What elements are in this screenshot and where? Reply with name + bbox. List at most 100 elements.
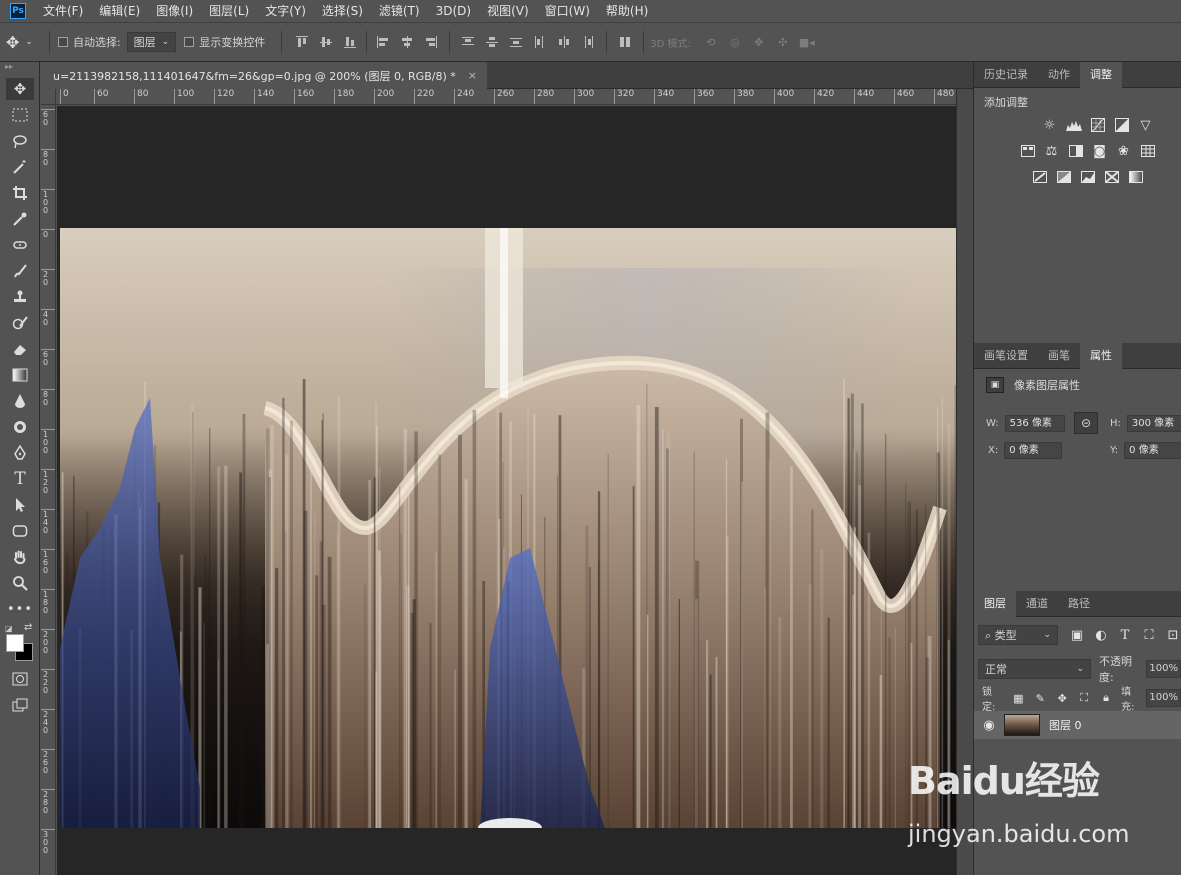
- swap-colors-icon[interactable]: ⇄: [24, 622, 32, 633]
- color-lookup-icon[interactable]: [1139, 142, 1157, 160]
- auto-select-toggle[interactable]: 自动选择: 图层 ⌄: [57, 32, 177, 52]
- eraser-tool[interactable]: [0, 336, 40, 362]
- show-transform-toggle[interactable]: 显示变换控件: [184, 34, 265, 50]
- document-image[interactable]: [60, 228, 956, 828]
- document-tab[interactable]: u=2113982158,111401647&fm=26&gp=0.jpg @ …: [41, 62, 487, 89]
- tab-layers[interactable]: 图层: [974, 591, 1016, 617]
- rectangle-tool[interactable]: [0, 518, 40, 544]
- distribute-top-icon[interactable]: [459, 33, 477, 51]
- canvas-workspace[interactable]: [57, 106, 956, 875]
- align-vertical-centers-icon[interactable]: [317, 33, 335, 51]
- menu-window[interactable]: 窗口(W): [537, 0, 598, 22]
- exposure-icon[interactable]: [1113, 116, 1131, 134]
- distribute-center-icon[interactable]: [483, 33, 501, 51]
- healing-brush-tool[interactable]: [0, 232, 40, 258]
- width-input[interactable]: 536 像素: [1004, 415, 1065, 432]
- invert-icon[interactable]: [1031, 168, 1049, 186]
- vibrance-icon[interactable]: ▽: [1137, 116, 1155, 134]
- type-tool[interactable]: T: [0, 466, 40, 492]
- align-left-edges-icon[interactable]: [374, 33, 392, 51]
- move-tool-preset[interactable]: ✥ ⌄: [6, 33, 33, 52]
- vertical-scrollbar[interactable]: [956, 89, 973, 875]
- menu-image[interactable]: 图像(I): [148, 0, 201, 22]
- tab-properties[interactable]: 属性: [1080, 343, 1122, 369]
- filter-type-icon[interactable]: T: [1116, 626, 1134, 644]
- filter-pixel-icon[interactable]: ▣: [1068, 626, 1086, 644]
- screen-mode-icon[interactable]: [0, 692, 40, 718]
- auto-select-checkbox[interactable]: [57, 37, 68, 47]
- distribute-horizontal-icon[interactable]: [555, 33, 573, 51]
- filter-smart-object-icon[interactable]: ⊡: [1164, 626, 1181, 644]
- layer-row[interactable]: ◉ 图层 0: [974, 711, 1181, 739]
- horizontal-ruler[interactable]: 0 60 80 100 120 140 160 180 200 220 240 260 280 300 32…: [56, 89, 956, 105]
- distribute-left-icon[interactable]: [531, 33, 549, 51]
- distribute-right-icon[interactable]: [579, 33, 597, 51]
- filter-adjustment-icon[interactable]: ◐: [1092, 626, 1110, 644]
- vertical-ruler[interactable]: 60 80 100 0 20 40 60 80 100 120 140 160 180 200 220 240…: [41, 105, 56, 875]
- default-colors-icon[interactable]: ◪: [5, 624, 13, 633]
- hand-tool[interactable]: [0, 544, 40, 570]
- tab-brush-settings[interactable]: 画笔设置: [974, 343, 1038, 369]
- tab-paths[interactable]: 路径: [1058, 591, 1100, 617]
- photo-filter-icon[interactable]: ◙: [1091, 142, 1109, 160]
- menu-type[interactable]: 文字(Y): [257, 0, 314, 22]
- move-tool[interactable]: ✥: [0, 76, 40, 102]
- color-balance-icon[interactable]: ⚖: [1043, 142, 1061, 160]
- curves-icon[interactable]: [1089, 116, 1107, 134]
- collapse-toolbar-icon[interactable]: ▸▸: [0, 62, 39, 76]
- brush-tool[interactable]: [0, 258, 40, 284]
- gradient-map-icon[interactable]: [1127, 168, 1145, 186]
- auto-align-layers-icon[interactable]: [616, 33, 634, 51]
- y-input[interactable]: 0 像素: [1124, 442, 1181, 459]
- align-top-edges-icon[interactable]: [293, 33, 311, 51]
- lock-position-icon[interactable]: ✥: [1053, 689, 1071, 707]
- 3d-rotate-icon[interactable]: ⟲: [702, 33, 720, 51]
- zoom-tool[interactable]: [0, 570, 40, 596]
- tab-channels[interactable]: 通道: [1016, 591, 1058, 617]
- eyedropper-tool[interactable]: [0, 206, 40, 232]
- lock-image-icon[interactable]: ✎: [1031, 689, 1049, 707]
- selective-color-icon[interactable]: [1103, 168, 1121, 186]
- 3d-roll-icon[interactable]: ◎: [726, 33, 744, 51]
- x-input[interactable]: 0 像素: [1004, 442, 1063, 459]
- path-selection-tool[interactable]: [0, 492, 40, 518]
- fill-input[interactable]: 100%: [1146, 689, 1181, 707]
- menu-layer[interactable]: 图层(L): [201, 0, 257, 22]
- menu-file[interactable]: 文件(F): [35, 0, 91, 22]
- menu-3d[interactable]: 3D(D): [428, 0, 479, 22]
- 3d-scale-icon[interactable]: ■◂: [798, 33, 816, 51]
- black-white-icon[interactable]: [1067, 142, 1085, 160]
- tab-actions[interactable]: 动作: [1038, 62, 1080, 88]
- 3d-slide-icon[interactable]: ✣: [774, 33, 792, 51]
- layer-filter-dropdown[interactable]: ⌕ 类型 ⌄: [978, 625, 1058, 645]
- opacity-input[interactable]: 100%: [1146, 660, 1181, 678]
- history-brush-tool[interactable]: [0, 310, 40, 336]
- show-transform-checkbox[interactable]: [184, 37, 195, 47]
- link-icon[interactable]: ⊝: [1074, 412, 1098, 434]
- threshold-icon[interactable]: [1079, 168, 1097, 186]
- tab-brushes[interactable]: 画笔: [1038, 343, 1080, 369]
- dodge-tool[interactable]: [0, 414, 40, 440]
- posterize-icon[interactable]: [1055, 168, 1073, 186]
- magic-wand-tool[interactable]: [0, 154, 40, 180]
- marquee-tool[interactable]: [0, 102, 40, 128]
- layer-name[interactable]: 图层 0: [1049, 717, 1082, 733]
- channel-mixer-icon[interactable]: ❀: [1115, 142, 1133, 160]
- brightness-contrast-icon[interactable]: ☼: [1041, 116, 1059, 134]
- align-right-edges-icon[interactable]: [422, 33, 440, 51]
- tab-history[interactable]: 历史记录: [974, 62, 1038, 88]
- pen-tool[interactable]: [0, 440, 40, 466]
- blend-mode-dropdown[interactable]: 正常 ⌄: [978, 659, 1091, 679]
- close-icon[interactable]: ×: [468, 69, 477, 82]
- align-horizontal-centers-icon[interactable]: [398, 33, 416, 51]
- menu-filter[interactable]: 滤镜(T): [371, 0, 428, 22]
- lasso-tool[interactable]: [0, 128, 40, 154]
- distribute-bottom-icon[interactable]: [507, 33, 525, 51]
- blur-tool[interactable]: [0, 388, 40, 414]
- lock-all-icon[interactable]: 🔒︎: [1097, 689, 1115, 707]
- menu-view[interactable]: 视图(V): [479, 0, 537, 22]
- menu-edit[interactable]: 编辑(E): [91, 0, 148, 22]
- lock-artboard-icon[interactable]: ⛶: [1075, 689, 1093, 707]
- tab-adjustments[interactable]: 调整: [1080, 62, 1122, 88]
- height-input[interactable]: 300 像素: [1126, 415, 1181, 432]
